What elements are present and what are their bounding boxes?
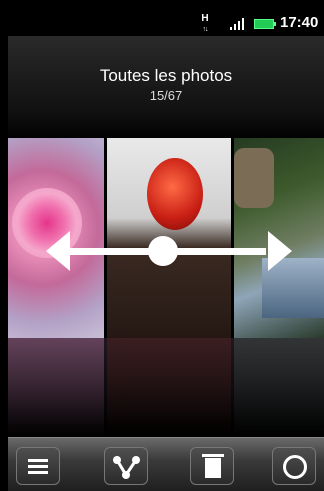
menu-button[interactable] [16,447,60,485]
camera-icon [283,455,307,479]
bottom-toolbar [8,437,324,491]
network-arrows: ↑↓ [202,26,209,33]
share-links [115,459,138,476]
rock-image [234,148,274,208]
reflection-stream [234,338,324,438]
photo-reflection [8,338,324,448]
photo-counter: 15/67 [149,88,183,103]
network-type: H [201,13,209,24]
album-title: Toutes les photos [99,66,233,85]
reflection-rose [8,338,104,438]
clock: 17:40 [280,14,319,31]
signal-icon [230,18,244,30]
camera-button[interactable] [272,447,316,485]
arrow-right-icon [268,231,292,271]
album-header: Toutes les photos 15/67 [8,36,324,142]
battery-icon [254,19,276,29]
delete-button[interactable] [190,447,234,485]
arrow-left-icon [46,231,70,271]
lantern-image [147,158,203,230]
phone-screen: H ↑↓ 17:40 Toutes les photos 15/67 [8,12,324,491]
share-button[interactable] [104,447,148,485]
reflection-lantern [107,338,231,438]
status-bar: H ↑↓ 17:40 [8,12,324,36]
network-indicator: H ↑↓ [198,13,212,35]
swipe-handle[interactable] [148,236,178,266]
